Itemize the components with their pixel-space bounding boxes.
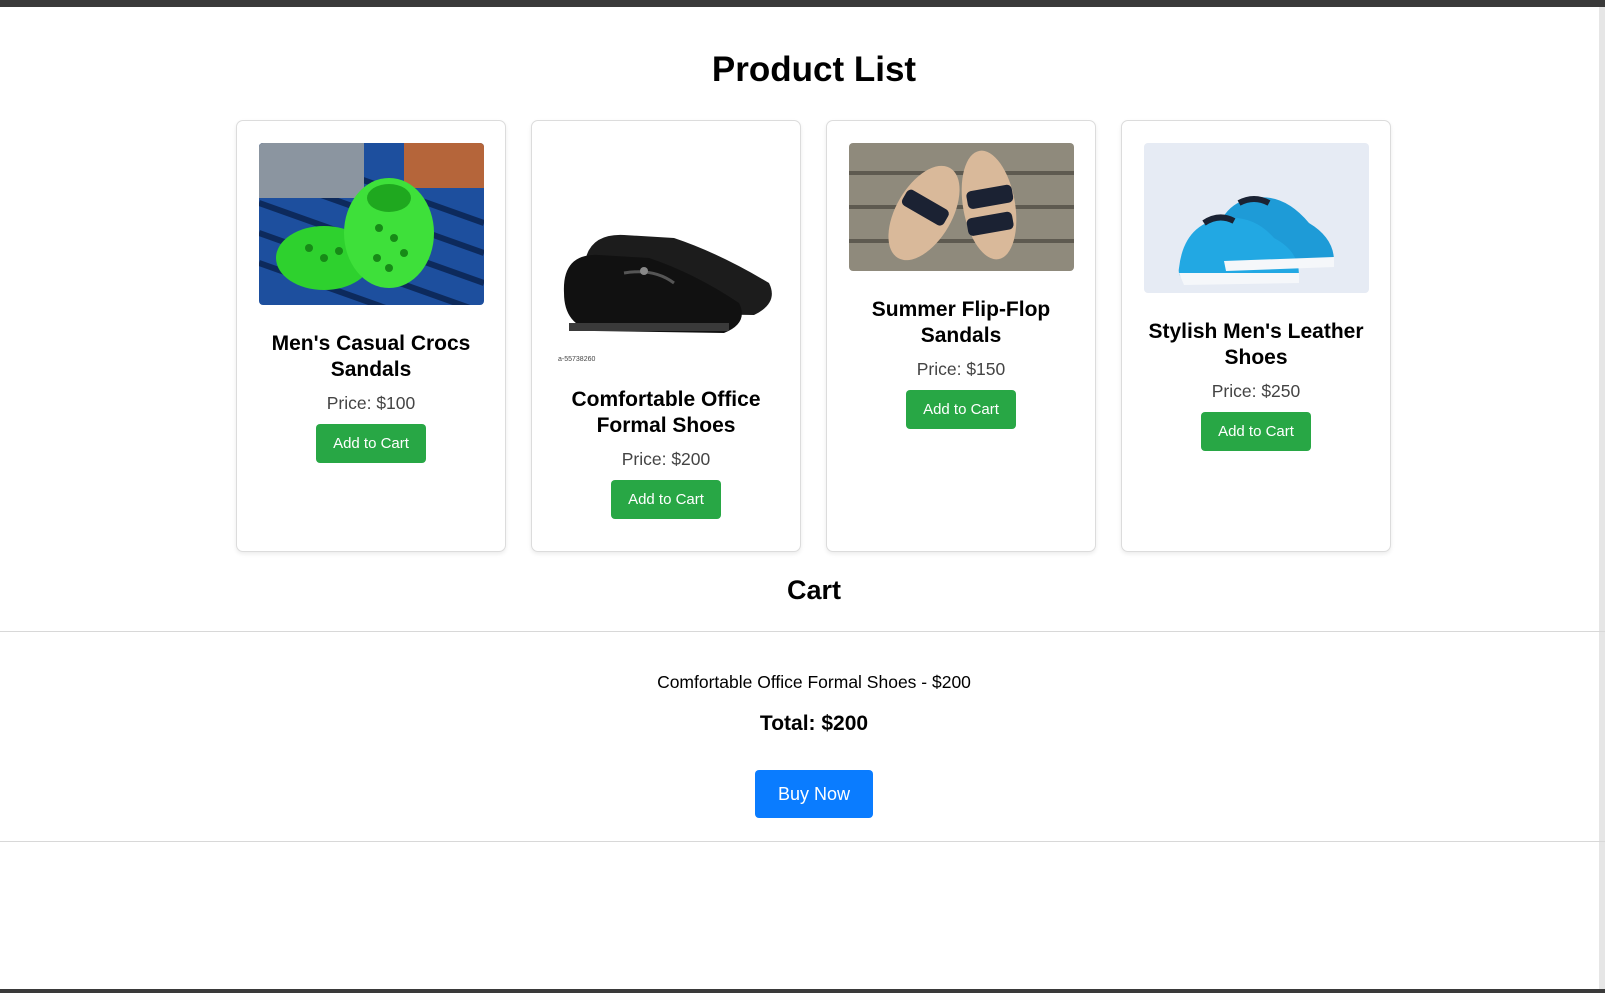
product-name: Men's Casual Crocs Sandals	[271, 332, 471, 381]
product-name: Summer Flip-Flop Sandals	[871, 298, 1051, 347]
product-name: Stylish Men's Leather Shoes	[1148, 320, 1364, 369]
product-image	[258, 143, 484, 305]
blue-sneakers-image	[1143, 143, 1369, 293]
add-to-cart-button[interactable]: Add to Cart	[611, 480, 721, 519]
page-title: Product List	[711, 50, 917, 89]
sandals-on-wood-image	[848, 143, 1074, 271]
window-bottom-edge	[0, 989, 1605, 993]
product-price: Price: $200	[621, 449, 711, 469]
cart-divider	[0, 841, 1605, 842]
cart-title: Cart	[786, 575, 841, 605]
green-crocs-image	[258, 143, 484, 305]
product-image: a-55738260	[553, 143, 779, 367]
add-to-cart-button[interactable]: Add to Cart	[906, 390, 1016, 429]
product-price: Price: $250	[1211, 381, 1301, 401]
product-image	[1143, 143, 1369, 293]
product-card: Summer Flip-Flop Sandals Price: $150 Add…	[826, 120, 1096, 552]
buy-now-button[interactable]: Buy Now	[755, 770, 873, 818]
product-card: a-55738260 Comfortable Office Formal Sho…	[531, 120, 801, 552]
cart-total: Total: $200	[759, 712, 869, 735]
cart-item: Comfortable Office Formal Shoes - $200	[657, 672, 971, 692]
window-top-edge	[0, 0, 1605, 7]
add-to-cart-button[interactable]: Add to Cart	[1201, 412, 1311, 451]
product-name: Comfortable Office Formal Shoes	[571, 388, 761, 437]
product-price: Price: $100	[326, 393, 416, 413]
black-formal-shoes-image: a-55738260	[553, 143, 779, 367]
add-to-cart-button[interactable]: Add to Cart	[316, 424, 426, 463]
product-card: Stylish Men's Leather Shoes Price: $250 …	[1121, 120, 1391, 552]
image-caption: a-55738260	[558, 356, 595, 363]
product-list: Men's Casual Crocs Sandals Price: $100 A…	[236, 120, 1396, 554]
product-card: Men's Casual Crocs Sandals Price: $100 A…	[236, 120, 506, 552]
cart-divider	[0, 631, 1605, 632]
product-price: Price: $150	[916, 359, 1006, 379]
product-image	[848, 143, 1074, 271]
